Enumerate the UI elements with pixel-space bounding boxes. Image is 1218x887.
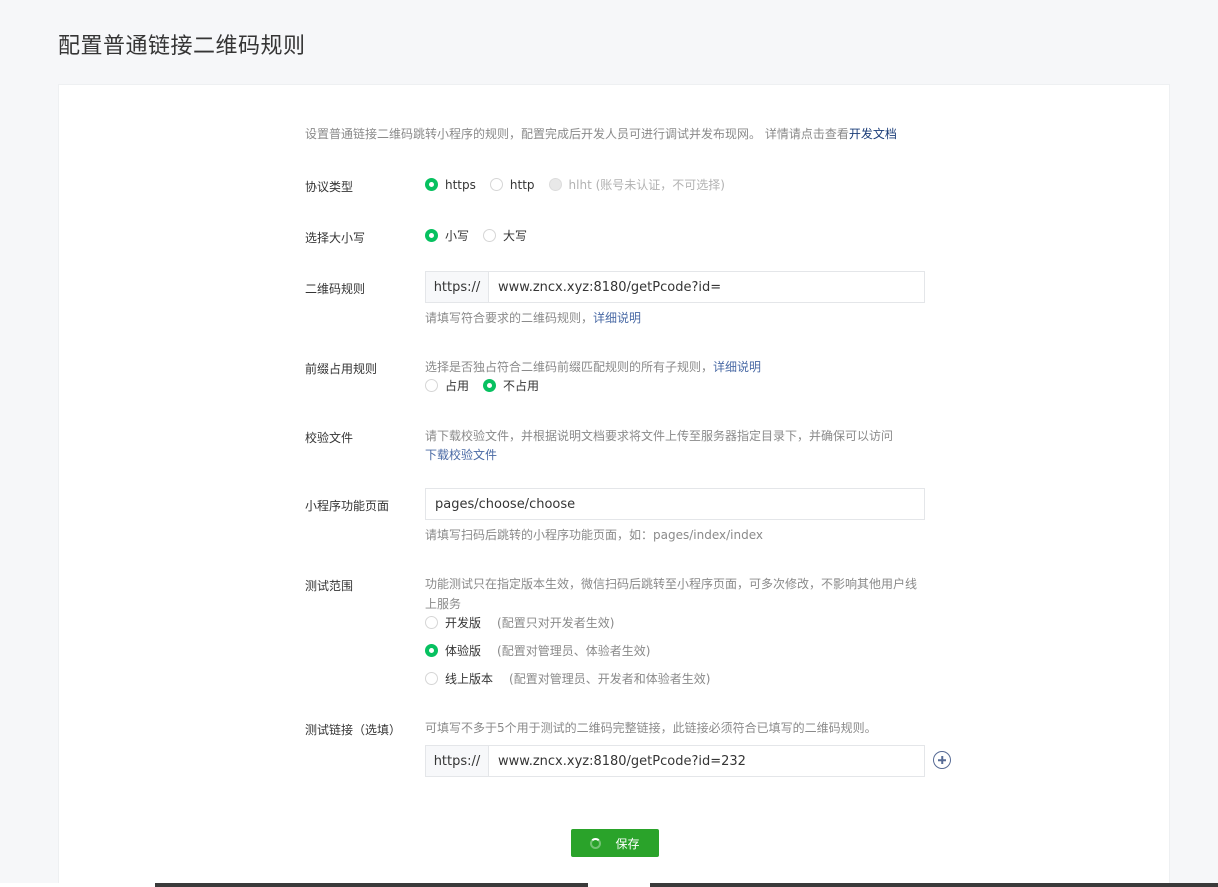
qr-rule-value[interactable]: www.zncx.xyz:8180/getPcode?id=	[489, 280, 721, 295]
scope-dev-radio[interactable]: 开发版 (配置只对开发者生效)	[425, 614, 614, 631]
scrollbar-thumb[interactable]	[155, 883, 588, 887]
prefix-rule-label: 前缀占用规则	[305, 362, 378, 376]
qr-rule-detail-link[interactable]: 详细说明	[593, 311, 641, 325]
test-scope-hint-1: 功能测试只在指定版本生效，微信扫码后跳转至小程序页面，可多次修改，不影响其他用户…	[425, 577, 918, 591]
page-path-value[interactable]: pages/choose/choose	[426, 497, 575, 512]
intro-text: 设置普通链接二维码跳转小程序的规则，配置完成后开发人员可进行调试并发布现网。 详…	[305, 127, 849, 141]
case-lower-radio[interactable]: 小写	[425, 227, 469, 244]
protocol-label: 协议类型	[305, 180, 354, 194]
page-path-label: 小程序功能页面	[305, 499, 390, 513]
test-scope-online-option: 线上版本 (配置对管理员、开发者和体验者生效)	[425, 670, 724, 687]
qr-rule-label: 二维码规则	[305, 282, 366, 296]
verify-file-label: 校验文件	[305, 431, 354, 445]
radio-unchecked-icon	[483, 229, 497, 242]
protocol-http-radio[interactable]: http	[489, 178, 535, 192]
protocol-hlht-radio: hlht (账号未认证，不可选择)	[548, 176, 725, 193]
test-scope-dev-option: 开发版 (配置只对开发者生效)	[425, 614, 628, 631]
radio-checked-icon	[425, 178, 438, 191]
test-link-label: 测试链接（选填）	[305, 723, 402, 737]
save-button[interactable]: 保存	[571, 829, 659, 857]
page-title: 配置普通链接二维码规则	[58, 34, 306, 59]
form-card: 设置普通链接二维码跳转小程序的规则，配置完成后开发人员可进行调试并发布现网。 详…	[58, 84, 1170, 887]
scope-online-radio[interactable]: 线上版本 (配置对管理员、开发者和体验者生效)	[425, 670, 710, 687]
save-button-label: 保存	[615, 836, 640, 851]
page-path-input[interactable]: pages/choose/choose	[425, 488, 925, 520]
prefix-not-occupy-radio[interactable]: 不占用	[483, 377, 539, 394]
case-label: 选择大小写	[305, 231, 366, 245]
radio-checked-icon	[425, 229, 438, 242]
verify-file-download: 下载校验文件	[425, 446, 497, 463]
bottom-scrollbar	[0, 883, 1218, 887]
page-path-hint: 请填写扫码后跳转的小程序功能页面，如：pages/index/index	[425, 528, 763, 542]
scope-trial-radio[interactable]: 体验版 (配置对管理员、体验者生效)	[425, 642, 650, 659]
protocol-https-radio[interactable]: https	[425, 178, 476, 192]
radio-unchecked-icon	[425, 672, 438, 685]
prefix-rule-detail-link[interactable]: 详细说明	[713, 360, 761, 374]
test-scope-trial-option: 体验版 (配置对管理员、体验者生效)	[425, 642, 664, 659]
test-link-hint: 可填写不多于5个用于测试的二维码完整链接，此链接必须符合已填写的二维码规则。	[425, 721, 877, 735]
download-verify-file-link[interactable]: 下载校验文件	[425, 448, 497, 462]
dev-docs-link[interactable]: 开发文档	[849, 127, 897, 141]
protocol-radio-group: https http hlht (账号未认证，不可选择)	[425, 176, 739, 193]
qr-rule-hint: 请填写符合要求的二维码规则，详细说明	[425, 311, 642, 325]
radio-unchecked-icon	[489, 178, 503, 191]
radio-unchecked-icon	[425, 616, 438, 629]
test-link-value[interactable]: www.zncx.xyz:8180/getPcode?id=232	[489, 754, 746, 769]
test-link-input[interactable]: https:// www.zncx.xyz:8180/getPcode?id=2…	[425, 745, 925, 777]
test-link-prefix: https://	[426, 746, 489, 776]
test-scope-hint-2: 上服务	[425, 597, 462, 611]
add-test-link-icon[interactable]	[933, 751, 951, 769]
loading-spinner-icon	[590, 837, 602, 849]
scrollbar-track-segment	[650, 883, 1218, 887]
test-scope-label: 测试范围	[305, 579, 354, 593]
radio-checked-icon	[483, 379, 497, 392]
case-radio-group: 小写 大写	[425, 227, 541, 244]
case-upper-radio[interactable]: 大写	[483, 227, 527, 244]
prefix-rule-hint: 选择是否独占符合二维码前缀匹配规则的所有子规则，详细说明	[425, 360, 762, 374]
prefix-rule-radio-group: 占用 不占用	[425, 377, 553, 394]
radio-disabled-icon	[548, 178, 562, 191]
qr-rule-input[interactable]: https:// www.zncx.xyz:8180/getPcode?id=	[425, 271, 925, 303]
prefix-occupy-radio[interactable]: 占用	[425, 377, 469, 394]
qr-rule-prefix: https://	[426, 272, 489, 302]
radio-checked-icon	[425, 644, 438, 657]
radio-unchecked-icon	[425, 379, 438, 392]
verify-file-hint: 请下载校验文件，并根据说明文档要求将文件上传至服务器指定目录下，并确保可以访问	[425, 429, 894, 443]
intro-description: 设置普通链接二维码跳转小程序的规则，配置完成后开发人员可进行调试并发布现网。 详…	[305, 125, 897, 142]
